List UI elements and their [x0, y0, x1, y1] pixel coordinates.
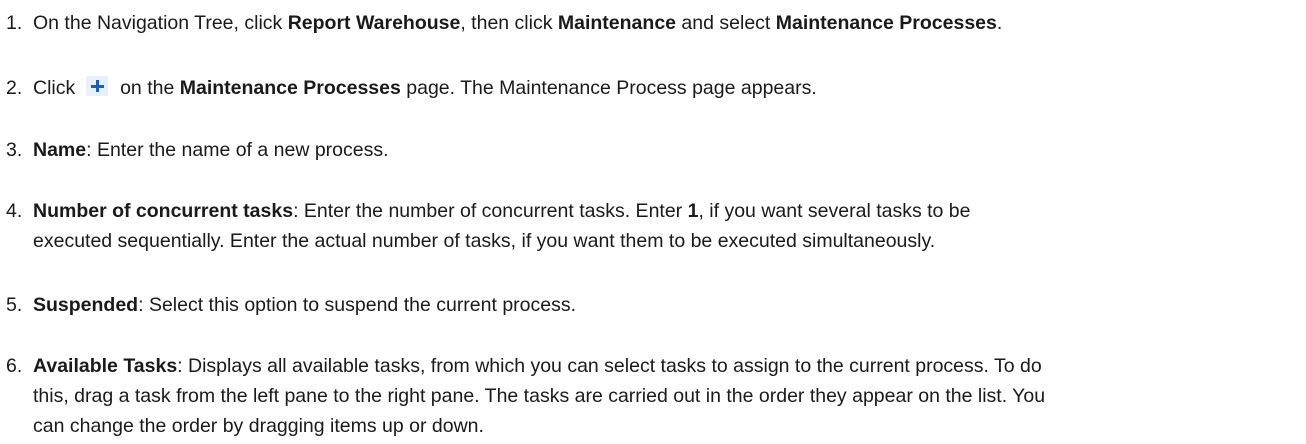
plus-icon	[85, 76, 108, 96]
name-term: Name	[33, 139, 87, 161]
suspended-term: Suspended	[33, 294, 139, 316]
step-number: 2.	[6, 77, 23, 99]
maintenance-term: Maintenance	[557, 12, 677, 34]
available-tasks-term: Available Tasks	[33, 355, 178, 377]
step-number: 1.	[6, 12, 23, 34]
step-text: Name: Enter the name of a new process.	[33, 139, 389, 161]
step-number: 5.	[6, 294, 23, 316]
concurrent-tasks-term: Number of concurrent tasks	[33, 200, 294, 222]
step-number: 4.	[6, 200, 23, 222]
step-text: Available Tasks: Displays all available …	[33, 355, 1046, 437]
step-text: Click on the Maintenance Processes page.…	[33, 76, 817, 99]
maintenance-processes-term: Maintenance Processes	[179, 77, 401, 99]
maintenance-processes-term: Maintenance Processes	[775, 12, 997, 34]
step-text: Suspended: Select this option to suspend…	[33, 294, 577, 316]
one-value: 1	[687, 200, 699, 222]
step-number: 3.	[6, 139, 23, 161]
step-text: Number of concurrent tasks: Enter the nu…	[33, 200, 971, 252]
report-warehouse-term: Report Warehouse	[287, 12, 461, 34]
step-number: 6.	[6, 355, 23, 377]
step-text: On the Navigation Tree, click Report War…	[33, 12, 1003, 34]
